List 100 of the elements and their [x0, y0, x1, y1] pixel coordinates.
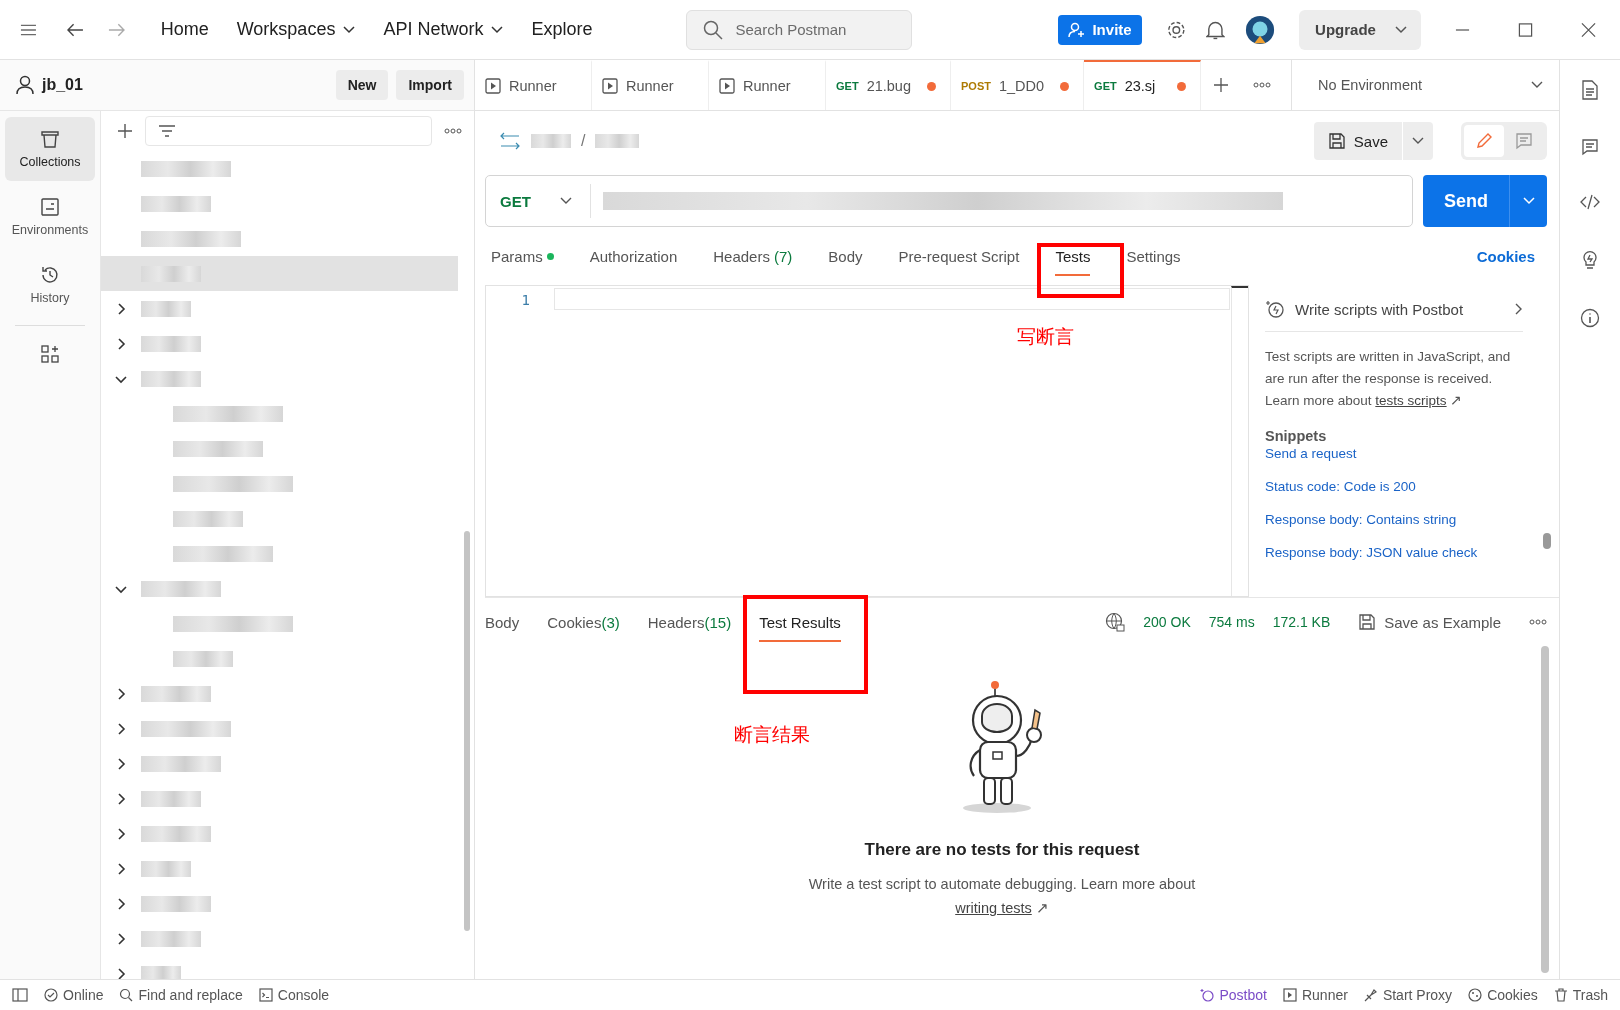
- response-tab[interactable]: Headers(15): [647, 602, 732, 642]
- status-bar-item[interactable]: Online: [44, 987, 104, 1003]
- snippet-link[interactable]: Send a request: [1265, 446, 1523, 461]
- snippet-link[interactable]: Response body: JSON value check: [1265, 545, 1523, 560]
- comment-icon[interactable]: [1581, 138, 1599, 156]
- request-section-tab[interactable]: Params: [491, 236, 554, 276]
- plus-icon[interactable]: [1213, 77, 1230, 93]
- more-icon[interactable]: [1529, 619, 1547, 625]
- plus-icon[interactable]: [117, 123, 133, 139]
- more-icon[interactable]: [444, 128, 462, 134]
- response-time: 754 ms: [1208, 614, 1255, 630]
- menu-icon[interactable]: [20, 22, 37, 37]
- rail-item[interactable]: Environments: [5, 185, 95, 249]
- request-section-tab[interactable]: Pre-request Script: [898, 236, 1020, 276]
- scrollbar[interactable]: [464, 531, 470, 931]
- snippets-heading: Snippets: [1265, 428, 1328, 444]
- check-circle-icon: [44, 988, 58, 1002]
- environment-select[interactable]: No Environment: [1291, 60, 1559, 110]
- request-section-tab[interactable]: Authorization: [589, 236, 678, 276]
- blurred-label: [173, 650, 233, 667]
- scrollbar[interactable]: [1231, 286, 1248, 596]
- maximize-icon[interactable]: [1518, 21, 1534, 38]
- user-icon: [16, 75, 34, 95]
- rail-item[interactable]: Collections: [5, 117, 95, 181]
- more-icon[interactable]: [1253, 82, 1272, 88]
- forward-arrow-icon[interactable]: [107, 22, 125, 37]
- avatar-icon[interactable]: [1245, 13, 1276, 46]
- blurred-label: [141, 895, 211, 912]
- request-section-tab[interactable]: Headers (7): [713, 236, 793, 276]
- code-icon[interactable]: [1580, 194, 1600, 210]
- edit-mode-button[interactable]: [1464, 125, 1504, 157]
- caret-icon: [1412, 137, 1424, 145]
- nav-link[interactable]: API Network: [379, 13, 508, 46]
- writing-tests-link[interactable]: writing tests: [955, 900, 1032, 916]
- request-tab[interactable]: Runner: [475, 60, 592, 110]
- close-icon[interactable]: [1581, 21, 1597, 38]
- add-panel-icon[interactable]: [40, 344, 60, 364]
- terminal-icon: [258, 988, 273, 1002]
- nav-link[interactable]: Explore: [527, 13, 597, 46]
- upgrade-button[interactable]: Upgrade: [1299, 9, 1421, 50]
- nav-link[interactable]: Workspaces: [232, 13, 360, 46]
- status-bar-item[interactable]: Find and replace: [119, 987, 243, 1003]
- request-section-tab[interactable]: Settings: [1126, 236, 1181, 276]
- scrollbar[interactable]: [1541, 646, 1549, 973]
- status-bar-item[interactable]: Runner: [1282, 987, 1348, 1003]
- comment-icon: [1515, 132, 1533, 150]
- status-bar-item[interactable]: Cookies: [1468, 987, 1538, 1003]
- postbot-link[interactable]: Write scripts with Postbot: [1265, 299, 1523, 332]
- save-options-button[interactable]: [1403, 122, 1433, 160]
- scrollbar[interactable]: [1543, 533, 1551, 549]
- blurred-label: [141, 195, 211, 212]
- send-button[interactable]: Send: [1423, 175, 1509, 227]
- play-icon: [719, 78, 735, 94]
- status-bar-item[interactable]: Start Proxy: [1363, 987, 1453, 1003]
- lightbulb-icon[interactable]: [1580, 248, 1600, 270]
- nav-link[interactable]: Home: [156, 13, 213, 46]
- snippet-link[interactable]: Response body: Contains string: [1265, 512, 1523, 527]
- response-tab[interactable]: Cookies(3): [547, 602, 620, 642]
- workspace-button[interactable]: New: [335, 70, 389, 100]
- external-link-icon: ↗: [1450, 393, 1463, 408]
- status-bar-item[interactable]: Trash: [1553, 987, 1608, 1003]
- filter-field[interactable]: [145, 116, 432, 146]
- tests-scripts-link[interactable]: tests scripts: [1375, 393, 1447, 408]
- request-tab[interactable]: GET 23.sj: [1084, 60, 1202, 110]
- url-field[interactable]: GET: [485, 175, 1413, 227]
- pencil-icon: [1475, 132, 1493, 150]
- tree-request[interactable]: [101, 256, 458, 291]
- save-button[interactable]: Save: [1313, 122, 1402, 160]
- response-tab[interactable]: Body: [485, 602, 520, 642]
- request-tab[interactable]: Runner: [709, 60, 826, 110]
- blurred-label: [141, 825, 211, 842]
- method-select[interactable]: GET: [500, 192, 560, 210]
- sidebar-toggle-icon[interactable]: [12, 988, 28, 1002]
- request-section-tab[interactable]: Tests: [1055, 236, 1091, 276]
- http-icon: [499, 132, 521, 150]
- search-icon: [703, 19, 724, 40]
- request-tab[interactable]: Runner: [592, 60, 709, 110]
- cookies-link[interactable]: Cookies: [1476, 247, 1535, 265]
- chevron-icon: [1515, 303, 1523, 315]
- workspace-button[interactable]: Import: [396, 70, 464, 100]
- save-as-example-button[interactable]: Save as Example: [1358, 613, 1501, 631]
- snippet-link[interactable]: Status code: Code is 200: [1265, 479, 1523, 494]
- request-tab[interactable]: GET 21.bug: [826, 60, 951, 110]
- send-options-button[interactable]: [1509, 175, 1547, 227]
- info-icon[interactable]: [1580, 308, 1600, 328]
- status-bar-item[interactable]: Console: [258, 987, 330, 1003]
- annotation-text: 写断言: [1017, 324, 1074, 349]
- back-arrow-icon[interactable]: [66, 22, 84, 37]
- invite-button[interactable]: Invite: [1058, 14, 1142, 45]
- request-section-tab[interactable]: Body: [828, 236, 863, 276]
- status-bar-item[interactable]: Postbot: [1200, 987, 1267, 1003]
- caret-icon: [1531, 81, 1543, 89]
- search-field[interactable]: Search Postman: [686, 9, 913, 50]
- blurred-label: [141, 685, 211, 702]
- blurred-label: [141, 930, 201, 947]
- rail-item[interactable]: History: [5, 253, 95, 317]
- document-icon[interactable]: [1581, 80, 1599, 100]
- play-icon: [602, 78, 618, 94]
- response-tab[interactable]: Test Results: [759, 602, 841, 642]
- response-size: 172.1 KB: [1272, 614, 1331, 630]
